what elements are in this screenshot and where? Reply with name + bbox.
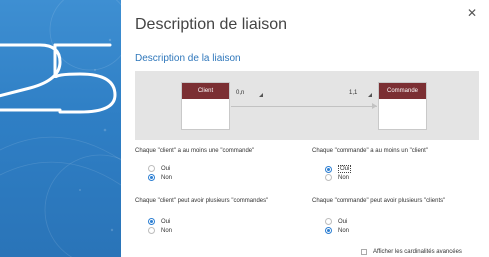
option-label: Non (161, 227, 173, 234)
cardinality-right-dropdown-icon[interactable] (368, 93, 372, 97)
q4-option-non[interactable]: Non (325, 227, 349, 234)
option-label: Oui (161, 218, 171, 225)
radio-button[interactable] (148, 165, 155, 172)
option-label: Oui (338, 165, 352, 173)
option-label: Non (338, 174, 350, 181)
dialog-main: ✕ Description de liaison Description de … (121, 0, 489, 257)
entity-client-name: Client (182, 83, 229, 99)
relationship-line (231, 106, 377, 107)
radio-button-selected[interactable] (325, 227, 332, 234)
option-label: Oui (161, 165, 171, 172)
cardinality-right: 1,1 (349, 90, 358, 96)
q3-option-non[interactable]: Non (148, 227, 172, 234)
radio-button-selected[interactable] (325, 165, 332, 173)
section-subtitle: Description de la liaison (135, 53, 241, 64)
cardinality-left: 0,n (236, 90, 245, 96)
checkbox[interactable] (361, 249, 367, 255)
q4-option-oui[interactable]: Oui (325, 218, 347, 225)
q1-option-non[interactable]: Non (148, 174, 172, 181)
sidebar-branding (0, 0, 121, 257)
question-3-label: Chaque "client" peut avoir plusieurs "co… (135, 198, 269, 204)
q3-option-oui[interactable]: Oui (148, 218, 170, 225)
radio-button[interactable] (325, 174, 332, 181)
entity-client[interactable]: Client (181, 82, 230, 130)
question-2-label: Chaque "commande" a au moins un "client" (312, 148, 428, 154)
option-label: Oui (338, 218, 348, 225)
radio-button-selected[interactable] (148, 218, 155, 225)
entity-commande[interactable]: Commande (378, 82, 427, 130)
close-icon[interactable]: ✕ (465, 6, 479, 20)
q2-option-oui[interactable]: Oui (325, 165, 352, 173)
relationship-diagram: Client 0,n 1,1 Commande (135, 71, 479, 140)
entity-commande-name: Commande (379, 83, 426, 99)
radio-button[interactable] (325, 218, 332, 225)
arrow-icon (372, 103, 377, 109)
radio-button-selected[interactable] (148, 174, 155, 181)
q1-option-oui[interactable]: Oui (148, 165, 170, 172)
option-label: Non (338, 227, 350, 234)
option-label: Non (161, 174, 173, 181)
radio-button[interactable] (148, 227, 155, 234)
question-4-label: Chaque "commande" peut avoir plusieurs "… (312, 198, 446, 204)
advanced-cardinalities-checkbox[interactable]: Afficher les cardinalités avancées (361, 249, 462, 255)
question-1-label: Chaque "client" a au moins une "commande… (135, 148, 255, 154)
logo-graphic (0, 0, 121, 257)
dialog-title: Description de liaison (135, 16, 288, 33)
cardinality-left-dropdown-icon[interactable] (259, 93, 263, 97)
checkbox-label: Afficher les cardinalités avancées (373, 249, 462, 255)
q2-option-non[interactable]: Non (325, 174, 349, 181)
